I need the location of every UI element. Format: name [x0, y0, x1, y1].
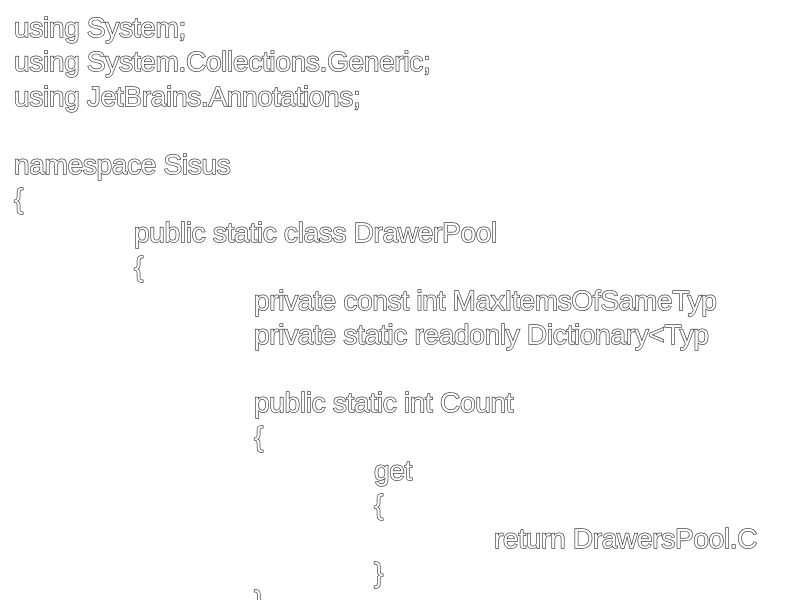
code-line-15: {	[373, 488, 384, 520]
code-line-2: using System.Collections.Generic;	[13, 45, 431, 77]
code-line-17: }	[373, 556, 384, 588]
code-line-10: private static readonly Dictionary<Typ	[253, 318, 709, 350]
code-line-7: public static class DrawerPool	[133, 216, 497, 248]
code-editor[interactable]: using System; using System.Collections.G…	[0, 0, 800, 600]
code-line-8: {	[133, 250, 144, 282]
code-line-18: }	[253, 584, 264, 600]
code-line-3: using JetBrains.Annotations;	[13, 80, 361, 112]
code-line-12: public static int Count	[253, 386, 514, 418]
code-line-5: namespace Sisus	[13, 148, 231, 180]
code-line-13: {	[253, 420, 264, 452]
code-line-16: return DrawersPool.C	[493, 522, 758, 554]
code-line-9: private const int MaxItemsOfSameTyp	[253, 284, 717, 316]
code-line-14: get	[373, 454, 413, 486]
code-line-1: using System;	[13, 11, 186, 43]
code-line-6: {	[13, 182, 24, 214]
